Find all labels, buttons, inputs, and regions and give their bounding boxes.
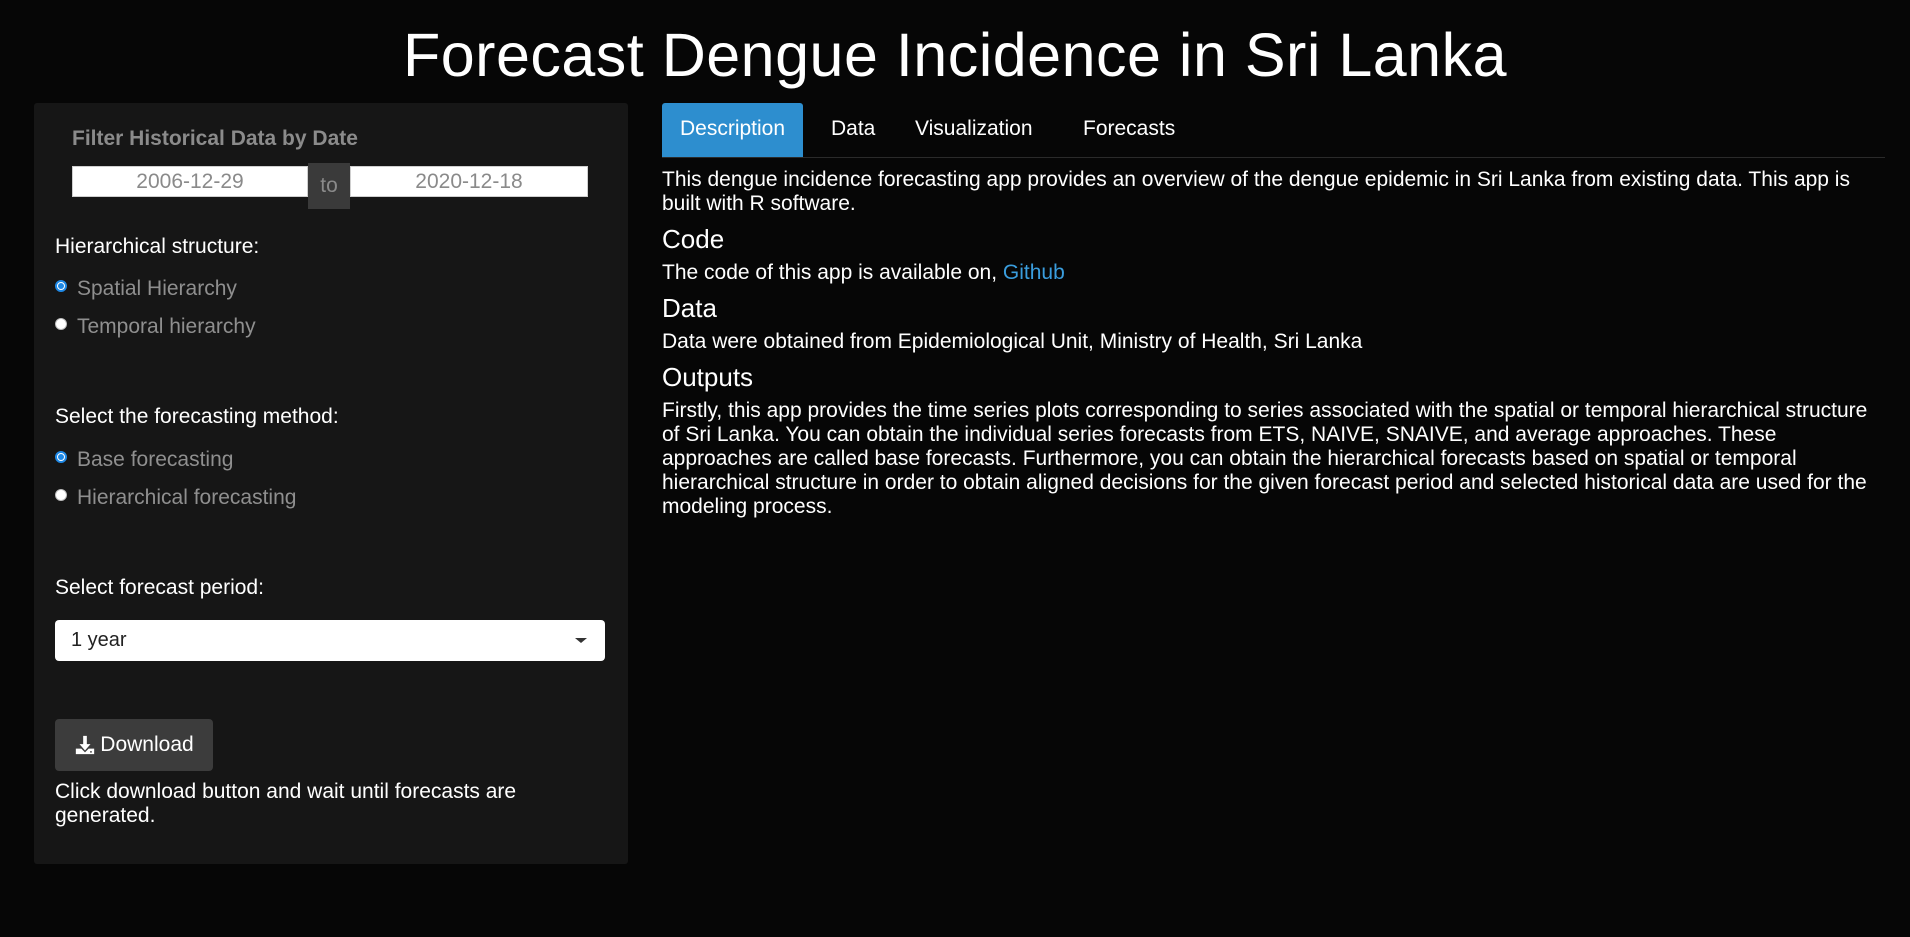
- outputs-heading: Outputs: [662, 362, 754, 392]
- download-button-label: Download: [100, 733, 194, 756]
- page-title: Forecast Dengue Incidence in Sri Lanka: [402, 21, 1508, 89]
- download-icon: [76, 735, 95, 755]
- hierarchy-label: Hierarchical structure:: [55, 235, 260, 258]
- github-link[interactable]: Github: [1003, 261, 1065, 284]
- radio-hierarchical-forecasting[interactable]: Hierarchical forecasting: [55, 485, 296, 511]
- code-text-prefix: The code of this app is available on,: [662, 261, 1003, 284]
- code-heading: Code: [662, 224, 725, 254]
- data-heading: Data: [662, 293, 717, 323]
- date-range-separator: to: [308, 163, 350, 209]
- end-date-input[interactable]: 2020-12-18: [350, 166, 588, 197]
- sidebar-panel: Filter Historical Data by Date 2006-12-2…: [34, 103, 628, 864]
- description-content: This dengue incidence forecasting app pr…: [662, 168, 1872, 519]
- date-filter-label: Filter Historical Data by Date: [72, 127, 358, 150]
- radio-unchecked-icon[interactable]: [55, 318, 67, 330]
- tab-visualization[interactable]: Visualization: [897, 103, 1051, 157]
- page: Forecast Dengue Incidence in Sri Lanka F…: [0, 0, 1910, 937]
- tab-data[interactable]: Data: [813, 103, 893, 157]
- forecast-period-label: Select forecast period:: [55, 576, 264, 599]
- radio-label: Temporal hierarchy: [77, 315, 256, 338]
- download-button[interactable]: Download: [55, 719, 213, 771]
- radio-label: Hierarchical forecasting: [77, 486, 297, 509]
- tab-description[interactable]: Description: [662, 103, 804, 157]
- forecast-period-select[interactable]: 1 year: [55, 620, 605, 661]
- start-date-input[interactable]: 2006-12-29: [72, 166, 308, 197]
- code-text: The code of this app is available on, Gi…: [662, 261, 1872, 285]
- forecast-period-value: 1 year: [71, 629, 127, 651]
- data-text: Data were obtained from Epidemiological …: [662, 330, 1363, 353]
- outputs-text: Firstly, this app provides the time seri…: [662, 399, 1868, 518]
- download-note: Click download button and wait until for…: [55, 780, 517, 827]
- intro-text: This dengue incidence forecasting app pr…: [662, 168, 1850, 215]
- radio-label: Spatial Hierarchy: [77, 277, 237, 300]
- method-label: Select the forecasting method:: [55, 405, 339, 428]
- radio-unchecked-icon[interactable]: [55, 489, 67, 501]
- radio-label: Base forecasting: [77, 448, 234, 471]
- date-range-input: 2006-12-29 to 2020-12-18: [72, 163, 588, 209]
- tab-bar: Description Data Visualization Forecasts: [662, 103, 1885, 158]
- chevron-down-icon: [575, 638, 587, 643]
- radio-temporal-hierarchy[interactable]: Temporal hierarchy: [55, 314, 256, 340]
- radio-checked-icon[interactable]: [55, 451, 67, 463]
- radio-checked-icon[interactable]: [55, 280, 67, 292]
- radio-base-forecasting[interactable]: Base forecasting: [55, 447, 233, 473]
- radio-spatial-hierarchy[interactable]: Spatial Hierarchy: [55, 276, 237, 302]
- tab-forecasts[interactable]: Forecasts: [1065, 103, 1193, 157]
